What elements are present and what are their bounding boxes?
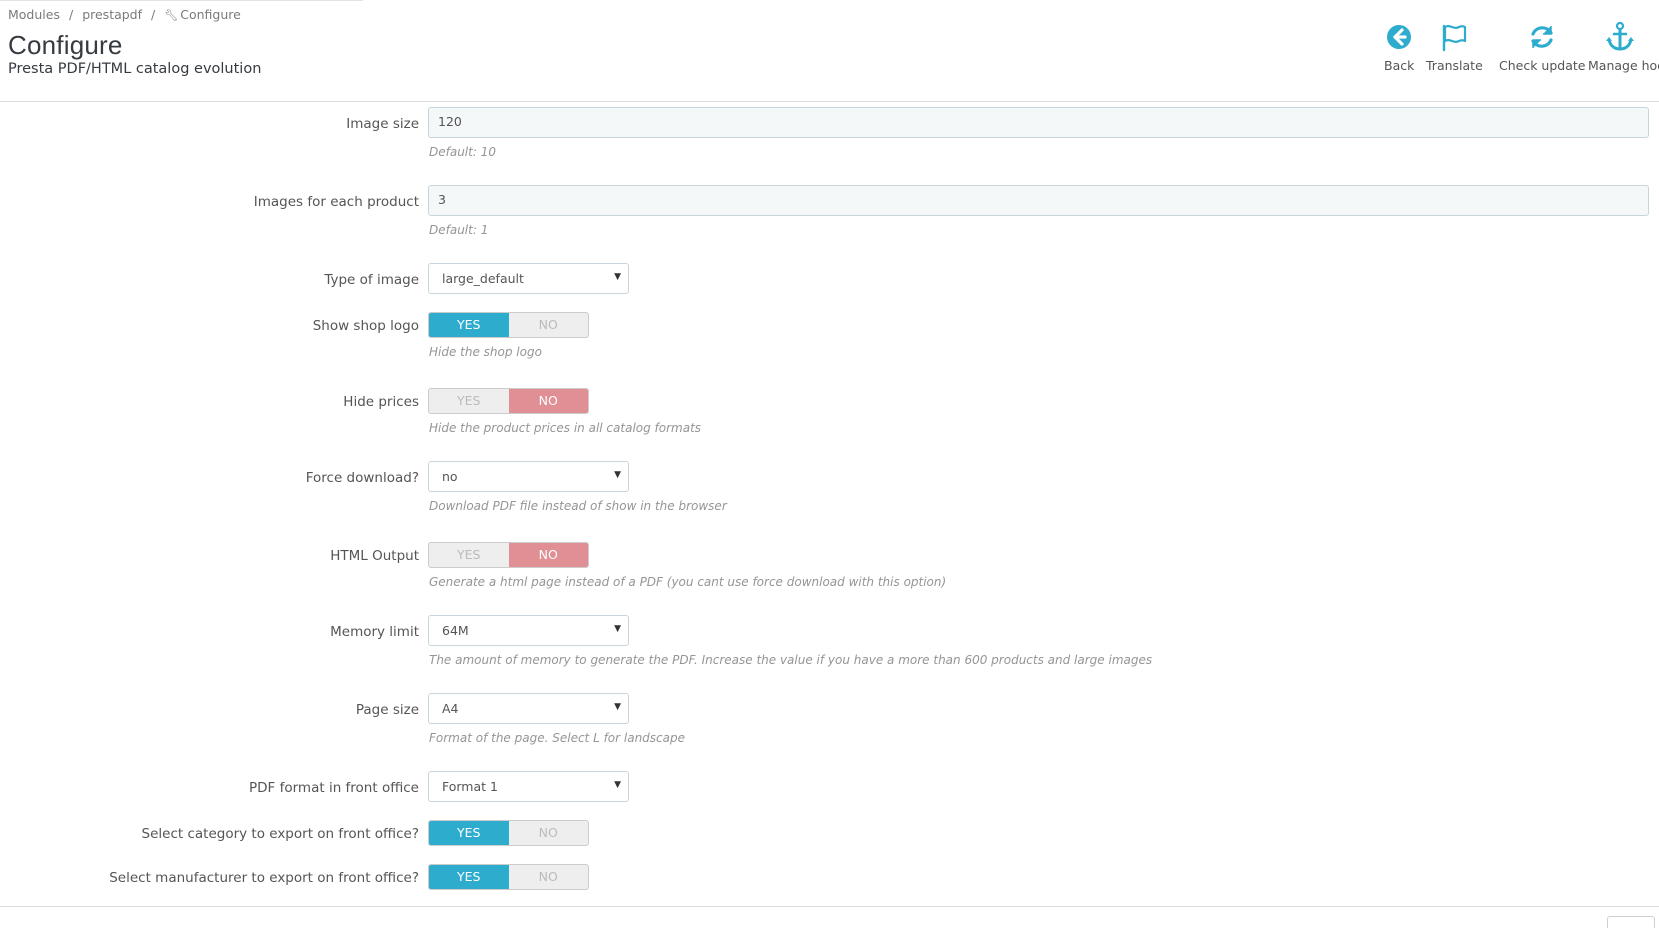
image-type-value: large_default	[442, 271, 524, 286]
show-logo-label: Show shop logo	[312, 318, 419, 334]
back-arrow-circle-icon	[1387, 25, 1412, 49]
select-manufacturer-label: Select manufacturer to export on front o…	[109, 870, 419, 886]
select-category-label: Select category to export on front offic…	[141, 826, 419, 842]
show-logo-yes-option[interactable]: YES	[429, 313, 509, 337]
page-header: Modules / prestapdf / 🔧︎ Configure Configure …	[0, 0, 1659, 102]
images-per-product-help: Default: 1	[429, 223, 489, 237]
select-category-no-option[interactable]: NO	[509, 821, 589, 845]
show-logo-toggle[interactable]: YES NO	[428, 312, 589, 338]
page-size-value: A4	[442, 701, 459, 716]
select-category-yes-option[interactable]: YES	[429, 821, 509, 845]
page-size-label: Page size	[355, 702, 419, 718]
select-manufacturer-toggle[interactable]: YES NO	[428, 864, 589, 890]
caret-down-icon: ▼	[614, 624, 621, 634]
html-output-help: Generate a html page instead of a PDF (y…	[429, 575, 947, 589]
memory-limit-label: Memory limit	[330, 624, 419, 640]
force-download-select[interactable]: no ▼	[428, 461, 629, 492]
select-manufacturer-no-option[interactable]: NO	[509, 865, 589, 889]
force-download-label: Force download?	[305, 470, 419, 486]
breadcrumb-separator: /	[151, 7, 156, 22]
show-logo-help: Hide the shop logo	[429, 345, 542, 359]
image-type-select[interactable]: large_default ▼	[428, 263, 629, 294]
hide-prices-yes-option[interactable]: YES	[429, 389, 509, 413]
image-size-input[interactable]: 120	[428, 107, 1649, 138]
select-manufacturer-yes-option[interactable]: YES	[429, 865, 509, 889]
panel-footer-divider	[0, 906, 1659, 907]
images-per-product-label: Images for each product	[253, 194, 419, 210]
select-category-toggle[interactable]: YES NO	[428, 820, 589, 846]
toolbar-manage-hooks-label: Manage hoo	[1588, 58, 1659, 73]
pdf-format-select[interactable]: Format 1 ▼	[428, 771, 629, 802]
caret-down-icon: ▼	[614, 702, 621, 712]
html-output-label: HTML Output	[330, 548, 419, 564]
memory-limit-select[interactable]: 64M ▼	[428, 615, 629, 646]
breadcrumb: Modules / prestapdf / 🔧︎ Configure	[8, 7, 241, 22]
toolbar-manage-hooks-button[interactable]: Manage hoo	[1588, 20, 1659, 73]
image-size-label: Image size	[346, 116, 419, 132]
html-output-toggle[interactable]: YES NO	[428, 542, 589, 568]
breadcrumb-prestapdf[interactable]: prestapdf	[82, 7, 142, 22]
memory-limit-value: 64M	[442, 623, 469, 638]
image-size-help: Default: 10	[429, 145, 496, 159]
hide-prices-help: Hide the product prices in all catalog f…	[429, 421, 702, 435]
toolbar-back-button[interactable]: Back	[1384, 20, 1414, 73]
page-size-help: Format of the page. Select L for landsca…	[429, 731, 685, 745]
show-logo-no-option[interactable]: NO	[509, 313, 589, 337]
anchor-icon	[1606, 21, 1634, 51]
html-output-yes-option[interactable]: YES	[429, 543, 509, 567]
breadcrumb-modules[interactable]: Modules	[8, 7, 60, 22]
breadcrumb-current: Configure	[180, 7, 241, 22]
hide-prices-toggle[interactable]: YES NO	[428, 388, 589, 414]
toolbar-check-update-button[interactable]: Check update	[1499, 20, 1585, 73]
header-top-line	[0, 0, 363, 1]
html-output-no-option[interactable]: NO	[508, 543, 588, 567]
flag-icon	[1443, 24, 1467, 52]
force-download-value: no	[442, 469, 458, 484]
toolbar-translate-button[interactable]: Translate	[1426, 20, 1483, 73]
page-subtitle: Presta PDF/HTML catalog evolution	[8, 61, 262, 77]
force-download-help: Download PDF file instead of show in the…	[429, 499, 727, 513]
page-title: Configure	[8, 30, 123, 60]
hide-prices-no-option[interactable]: NO	[508, 389, 588, 413]
page-size-select[interactable]: A4 ▼	[428, 693, 629, 724]
pdf-format-label: PDF format in front office	[249, 780, 419, 796]
caret-down-icon: ▼	[614, 470, 621, 480]
caret-down-icon: ▼	[614, 272, 621, 282]
hide-prices-label: Hide prices	[343, 394, 419, 410]
panel-footer-button[interactable]	[1607, 916, 1655, 928]
toolbar-translate-label: Translate	[1426, 58, 1483, 73]
toolbar-back-label: Back	[1384, 58, 1415, 73]
breadcrumb-separator: /	[68, 7, 74, 22]
images-per-product-input[interactable]: 3	[428, 185, 1649, 216]
toolbar-check-update-label: Check update	[1499, 58, 1586, 73]
caret-down-icon: ▼	[614, 780, 621, 790]
wrench-icon: 🔧︎	[164, 9, 179, 22]
pdf-format-value: Format 1	[442, 779, 498, 794]
refresh-icon	[1531, 26, 1553, 48]
memory-limit-help: The amount of memory to generate the PDF…	[429, 653, 1153, 667]
image-type-label: Type of image	[324, 272, 419, 288]
